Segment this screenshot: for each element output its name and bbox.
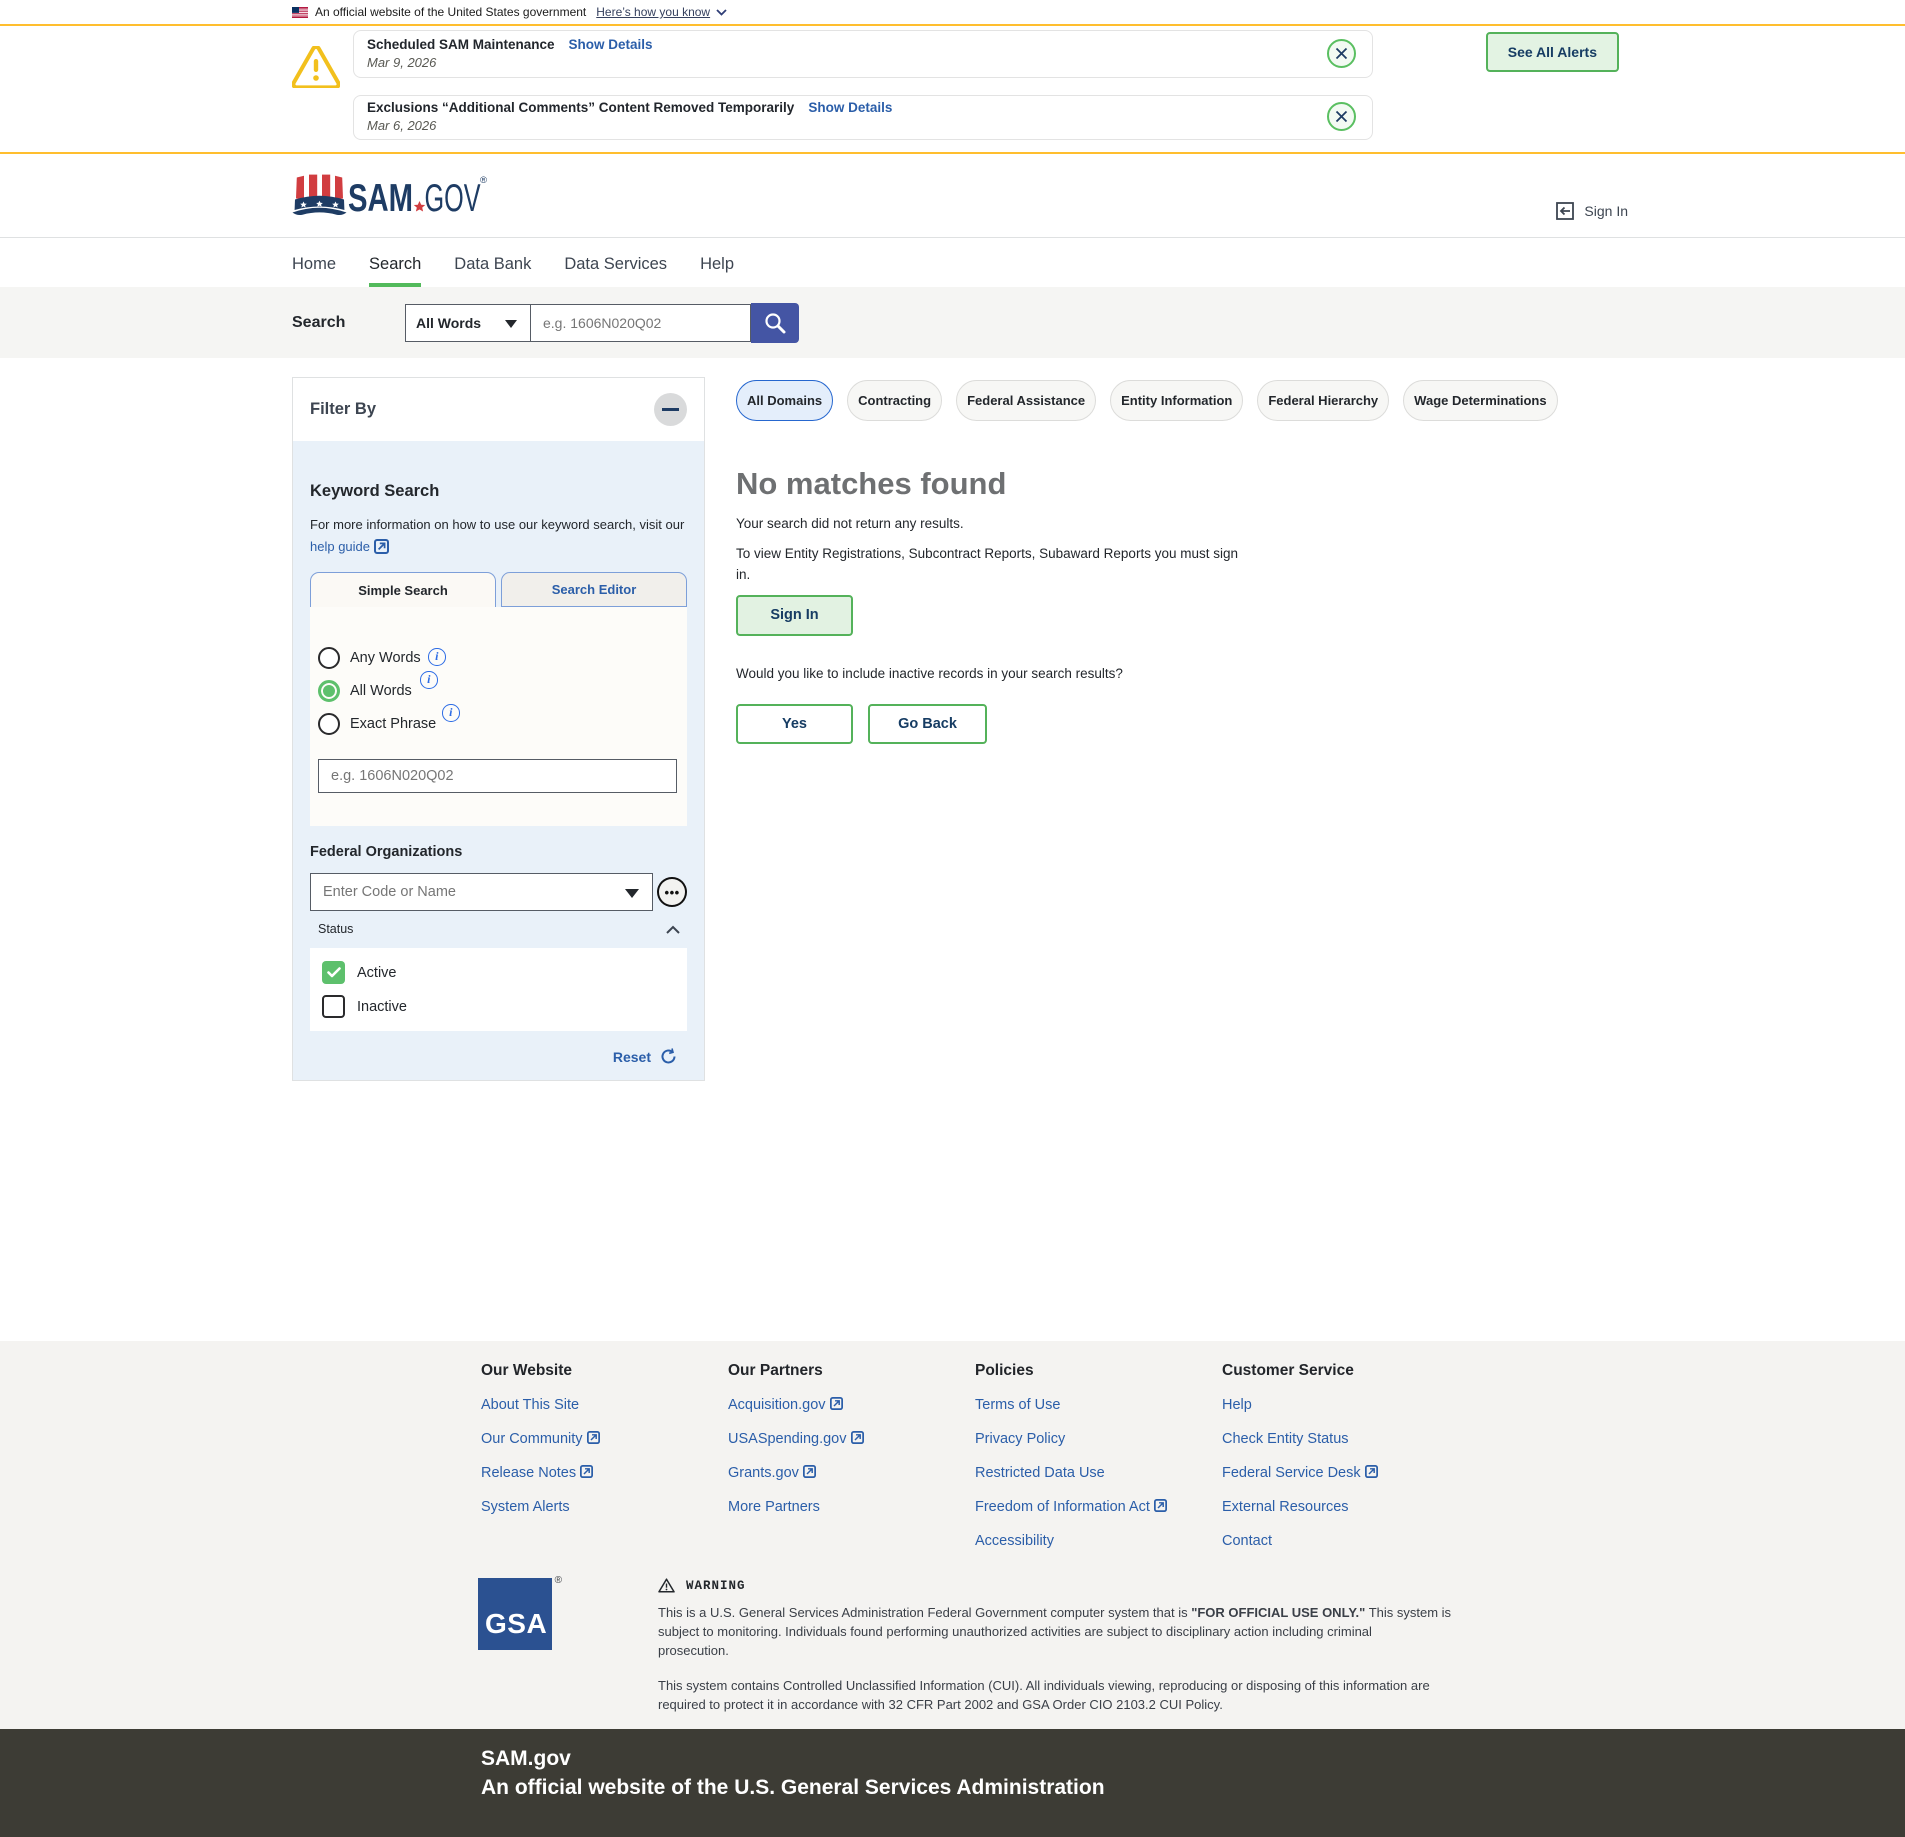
svg-text:GOV: GOV <box>425 177 481 219</box>
svg-text:®: ® <box>480 175 487 186</box>
svg-text:SAM: SAM <box>348 177 413 219</box>
